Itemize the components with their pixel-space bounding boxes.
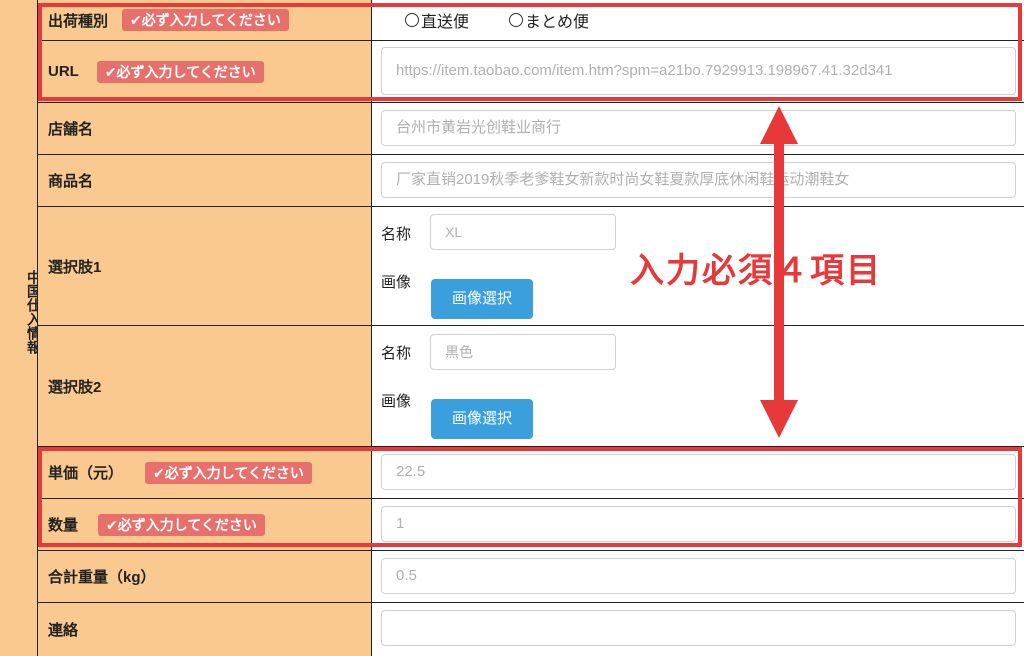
section-title: 中国仕入情報 — [26, 270, 42, 354]
unit-price-input[interactable]: 22.5 — [381, 454, 1016, 490]
quantity-label-cell: 数量 ✔必ず入力してください — [38, 499, 372, 550]
product-label: 商品名 — [48, 173, 94, 190]
radio-direct[interactable]: 直送便 — [405, 8, 469, 32]
option2-name-label: 名称 — [381, 345, 412, 362]
shop-value-cell: 台州市黄岩光创鞋业商行 — [373, 103, 1024, 154]
contact-input[interactable] — [381, 610, 1016, 646]
option1-label: 選択肢1 — [48, 258, 102, 276]
url-row: URL ✔必ず入力してください https://item.taobao.com/… — [38, 41, 1024, 103]
weight-label-cell: 合計重量（kg） — [38, 551, 372, 602]
url-input[interactable]: https://item.taobao.com/item.htm?spm=a21… — [381, 47, 1016, 95]
radio-consolidated[interactable]: まとめ便 — [509, 8, 589, 32]
quantity-value-cell: 1 — [373, 499, 1024, 550]
shipping-row: 出荷種別 ✔必ず入力してください 直送便 まとめ便 — [38, 0, 1024, 41]
option1-image-select-button[interactable]: 画像選択 — [431, 279, 533, 319]
weight-label: 合計重量（kg） — [48, 569, 156, 586]
required-badge: ✔必ず入力してください — [98, 513, 265, 536]
radio-circle-icon[interactable] — [405, 13, 419, 27]
quantity-row: 数量 ✔必ず入力してください 1 — [38, 499, 1024, 551]
url-value-cell: https://item.taobao.com/item.htm?spm=a21… — [373, 41, 1024, 102]
weight-value-cell: 0.5 — [373, 551, 1024, 602]
unit-price-label: 単価（元） — [48, 465, 124, 482]
unit-price-value-cell: 22.5 — [373, 447, 1024, 498]
product-row: 商品名 厂家直销2019秋季老爹鞋女新款时尚女鞋夏款厚底休闲鞋运动潮鞋女 — [38, 155, 1024, 207]
product-label-cell: 商品名 — [38, 155, 372, 206]
shop-label-cell: 店舗名 — [38, 103, 372, 154]
shipping-label: 出荷種別 — [48, 12, 109, 30]
option2-image-label: 画像 — [381, 393, 412, 410]
quantity-label: 数量 — [48, 517, 79, 534]
annotation-text: 入力必須４項目 — [630, 251, 882, 291]
arrow-down-icon — [760, 400, 798, 438]
radio-direct-label: 直送便 — [421, 14, 470, 31]
option2-label-cell: 選択肢2 — [38, 326, 372, 446]
option2-name-input[interactable]: 黒色 — [430, 334, 616, 370]
radio-consolidated-label: まとめ便 — [525, 14, 590, 31]
option2-image-select-button[interactable]: 画像選択 — [431, 399, 533, 439]
quantity-input[interactable]: 1 — [381, 506, 1016, 542]
option2-value-cell: 名称 黒色 画像 画像選択 — [373, 326, 1024, 446]
shop-input[interactable]: 台州市黄岩光创鞋业商行 — [381, 110, 1016, 146]
arrow-up-icon — [760, 106, 798, 144]
required-badge: ✔必ず入力してください — [145, 461, 312, 484]
unit-price-row: 単価（元） ✔必ず入力してください 22.5 — [38, 447, 1024, 499]
option1-label-cell: 選択肢1 — [38, 207, 372, 325]
weight-input[interactable]: 0.5 — [381, 558, 1016, 594]
section-sidebar: 中国仕入情報 — [0, 0, 42, 656]
shop-label: 店舗名 — [48, 121, 94, 138]
contact-label-cell: 連絡 — [38, 603, 372, 656]
url-label: URL — [48, 63, 79, 80]
option1-name-label: 名称 — [381, 226, 412, 243]
shipping-value-cell: 直送便 まとめ便 — [373, 0, 1024, 40]
radio-circle-icon[interactable] — [509, 13, 524, 27]
unit-price-label-cell: 単価（元） ✔必ず入力してください — [38, 447, 372, 498]
shipping-label-cell: 出荷種別 ✔必ず入力してください — [38, 0, 372, 40]
product-value-cell: 厂家直销2019秋季老爹鞋女新款时尚女鞋夏款厚底休闲鞋运动潮鞋女 — [373, 155, 1024, 206]
option1-image-label: 画像 — [381, 274, 412, 291]
option1-name-input[interactable]: XL — [430, 214, 616, 250]
url-label-cell: URL ✔必ず入力してください — [38, 41, 372, 102]
required-badge: ✔必ず入力してください — [122, 9, 289, 31]
product-input[interactable]: 厂家直销2019秋季老爹鞋女新款时尚女鞋夏款厚底休闲鞋运动潮鞋女 — [381, 162, 1016, 198]
contact-value-cell — [373, 603, 1024, 656]
option2-label: 選択肢2 — [48, 378, 102, 396]
shipping-radio-group: 直送便 まとめ便 — [405, 8, 589, 32]
weight-row: 合計重量（kg） 0.5 — [38, 551, 1024, 603]
required-badge: ✔必ず入力してください — [96, 60, 264, 83]
shop-row: 店舗名 台州市黄岩光创鞋业商行 — [38, 103, 1024, 155]
contact-label: 連絡 — [48, 622, 79, 639]
contact-row: 連絡 — [38, 603, 1024, 656]
option2-row: 選択肢2 名称 黒色 画像 画像選択 — [38, 326, 1024, 447]
